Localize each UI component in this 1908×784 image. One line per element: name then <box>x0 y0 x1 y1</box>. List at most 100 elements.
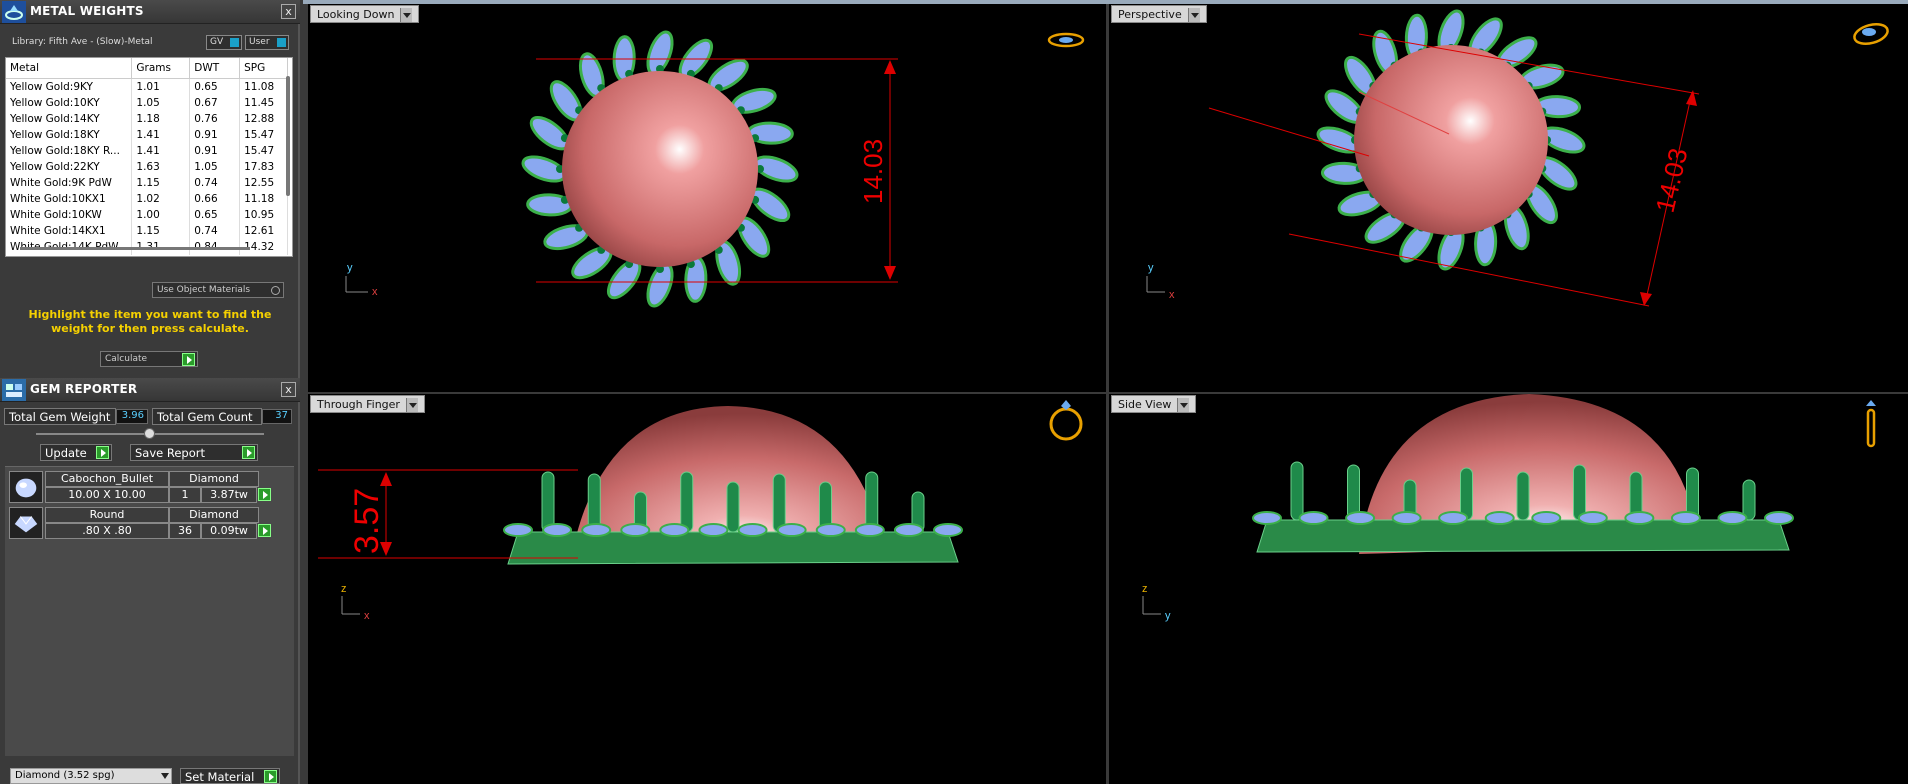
grams-value: 1.05 <box>131 94 191 111</box>
left-panel: METAL WEIGHTS x Library: Fifth Ave - (Sl… <box>0 0 300 784</box>
table-row[interactable]: White Gold:10KW 1.00 0.65 10.95 <box>6 206 288 223</box>
grams-value: 1.41 <box>131 126 191 143</box>
chevron-down-icon[interactable] <box>400 8 413 22</box>
table-row[interactable]: Yellow Gold:10KY 1.05 0.67 11.45 <box>6 94 288 111</box>
update-button[interactable]: Update <box>40 444 112 461</box>
gem-shape: Round <box>45 507 169 523</box>
metal-name: White Gold:14KX1 <box>6 222 133 239</box>
spg-value: 11.18 <box>239 190 288 207</box>
spg-value: 12.88 <box>239 110 288 127</box>
viewport-side-view[interactable]: zy Side View <box>1109 394 1908 784</box>
play-icon[interactable] <box>182 353 195 366</box>
material-select-value: Diamond (3.52 spg) <box>15 770 115 781</box>
prong <box>1290 461 1304 521</box>
perspective-render: 14.03 yx <box>1146 9 1889 307</box>
side-gem <box>893 523 924 537</box>
prong <box>1516 471 1530 521</box>
viewport-label-dropdown[interactable]: Side View <box>1111 395 1197 413</box>
spg-value: 12.61 <box>239 222 288 239</box>
dwt-value: 0.66 <box>189 190 241 207</box>
ring-view-icon <box>1853 23 1889 45</box>
viewport-label-dropdown[interactable]: Through Finger <box>310 395 425 413</box>
slider-knob[interactable] <box>144 428 155 439</box>
chevron-down-icon[interactable] <box>1187 8 1200 22</box>
cabochon-stone <box>562 71 758 267</box>
dimension-value: 14.03 <box>1650 145 1694 215</box>
axis-x-label: x <box>372 286 378 298</box>
grams-value: 1.18 <box>131 110 191 127</box>
axis-gizmo: zy <box>1142 583 1171 622</box>
user-toggle[interactable]: User <box>245 35 289 50</box>
close-icon[interactable]: x <box>281 382 296 397</box>
prong <box>680 471 694 533</box>
play-icon[interactable] <box>242 446 255 459</box>
calculate-label: Calculate <box>105 354 148 364</box>
gem-size: 10.00 X 10.00 <box>45 487 169 503</box>
horizontal-scrollbar[interactable] <box>20 247 250 250</box>
viewport-perspective[interactable]: 14.03 yx Perspective <box>1109 4 1908 392</box>
table-row[interactable]: White Gold:9K PdW 1.15 0.74 12.55 <box>6 174 288 191</box>
side-gem <box>854 523 885 537</box>
viewport-looking-down[interactable]: 14.03 yx Looking Down <box>308 4 1106 392</box>
calculate-button[interactable]: Calculate <box>100 351 198 367</box>
table-row[interactable]: Yellow Gold:14KY 1.18 0.76 12.88 <box>6 110 288 127</box>
user-label: User <box>249 37 270 47</box>
chevron-down-icon <box>161 773 169 779</box>
gem-row[interactable]: Round Diamond .80 X .80 36 0.09tw <box>9 507 271 541</box>
col-metal[interactable]: Metal <box>6 58 133 79</box>
prong <box>772 473 786 533</box>
gem-row[interactable]: Cabochon_Bullet Diamond 10.00 X 10.00 1 … <box>9 471 271 505</box>
side-view-render: zy <box>1142 394 1876 622</box>
play-icon[interactable] <box>258 488 271 501</box>
vertical-scrollbar[interactable] <box>286 76 290 196</box>
col-spg[interactable]: SPG <box>239 58 288 79</box>
table-row[interactable]: White Gold:14KX1 1.15 0.74 12.61 <box>6 222 288 239</box>
axis-gizmo: yx <box>345 262 378 298</box>
axis-y-label: y <box>347 262 353 274</box>
axis-y-label: y <box>1148 262 1154 274</box>
gem-material: Diamond <box>169 507 259 523</box>
prong <box>541 471 555 533</box>
side-gem <box>1577 511 1608 525</box>
play-icon[interactable] <box>264 770 277 783</box>
viewport-label-dropdown[interactable]: Looking Down <box>310 5 420 23</box>
chevron-down-icon[interactable] <box>405 398 418 412</box>
setting-band <box>1256 519 1790 553</box>
gem-material: Diamond <box>169 471 259 487</box>
gem-reporter-titlebar: GEM REPORTER x <box>0 378 300 402</box>
prong <box>1573 464 1586 521</box>
viewport-through-finger[interactable]: 3.57 zx Through Finger <box>308 394 1106 784</box>
close-icon[interactable]: x <box>281 4 296 19</box>
table-row[interactable]: White Gold:10KX1 1.02 0.66 11.18 <box>6 190 288 207</box>
play-icon[interactable] <box>96 446 109 459</box>
use-object-materials-label: Use Object Materials <box>157 285 251 295</box>
metal-name: Yellow Gold:14KY <box>6 110 133 127</box>
col-dwt[interactable]: DWT <box>189 58 241 79</box>
viewport-label: Looking Down <box>317 8 395 21</box>
set-material-button[interactable]: Set Material <box>180 768 280 784</box>
viewport-label-dropdown[interactable]: Perspective <box>1111 5 1207 23</box>
grams-value: 1.02 <box>131 190 191 207</box>
save-report-button[interactable]: Save Report <box>130 444 258 461</box>
table-row[interactable]: Yellow Gold:22KY 1.63 1.05 17.83 <box>6 158 288 175</box>
table-row[interactable]: Yellow Gold:18KY R... 1.41 0.91 15.47 <box>6 142 288 159</box>
gv-toggle[interactable]: GV <box>206 35 242 50</box>
metal-name: White Gold:10KX1 <box>6 190 133 207</box>
table-row[interactable]: Yellow Gold:18KY 1.41 0.91 15.47 <box>6 126 288 143</box>
side-gem <box>1298 511 1329 525</box>
side-gem <box>1252 511 1282 525</box>
gem-weight: 0.09tw <box>201 523 257 539</box>
gem-count: 36 <box>169 523 201 539</box>
col-grams[interactable]: Grams <box>131 58 191 79</box>
table-row[interactable]: Yellow Gold:9KY 1.01 0.65 11.08 <box>6 78 288 95</box>
dwt-value: 0.74 <box>189 222 241 239</box>
chevron-down-icon[interactable] <box>1177 398 1190 412</box>
grams-value: 1.00 <box>131 206 191 223</box>
splitter-slider[interactable] <box>36 428 264 439</box>
play-icon[interactable] <box>258 524 271 537</box>
prong <box>865 471 879 533</box>
metal-table[interactable]: Metal Grams DWT SPG Yellow Gold:9KY 1.01 0… <box>5 57 293 257</box>
use-object-materials-toggle[interactable]: Use Object Materials <box>152 282 284 298</box>
gem-size: .80 X .80 <box>45 523 169 539</box>
material-select[interactable]: Diamond (3.52 spg) <box>10 768 172 784</box>
